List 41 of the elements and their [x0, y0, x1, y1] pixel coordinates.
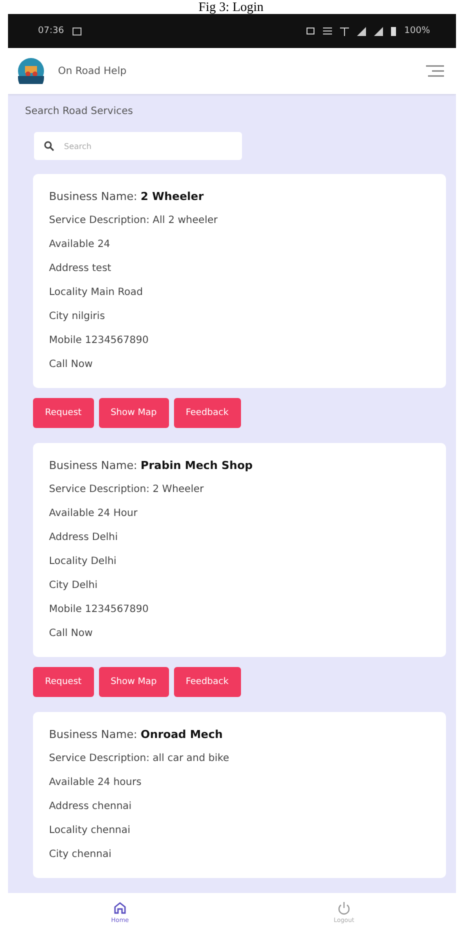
action-button[interactable]: Feedback: [174, 667, 241, 697]
battery-icon: [391, 26, 396, 36]
search-field[interactable]: Search: [34, 132, 242, 160]
service-detail: Call Now: [49, 627, 94, 641]
service-detail: Address chennai: [49, 800, 133, 814]
service-detail: Mobile 1234567890: [49, 334, 150, 348]
action-button[interactable]: Show Map: [98, 398, 169, 428]
service-detail: Call Now: [49, 358, 94, 372]
action-button[interactable]: Request: [33, 667, 94, 697]
service-detail: Locality Delhi: [49, 555, 118, 569]
service-detail: Available 24 Hour: [49, 507, 138, 521]
service-detail: Service Description: all car and bike: [49, 752, 230, 766]
business-name: Business Name: Prabin Mech Shop: [49, 458, 254, 473]
search-icon: [44, 141, 54, 151]
service-detail: City nilgiris: [49, 310, 106, 324]
service-detail: Locality chennai: [49, 824, 132, 838]
app-title: On Road Help: [58, 66, 128, 76]
action-button[interactable]: Show Map: [98, 667, 169, 697]
service-detail: City Delhi: [49, 579, 99, 593]
page-heading: Search Road Services: [25, 106, 134, 117]
business-name: Business Name: 2 Wheeler: [49, 189, 205, 204]
logo-icon: [18, 58, 44, 84]
service-detail: Locality Main Road: [49, 286, 144, 300]
service-detail: Service Description: 2 Wheeler: [49, 483, 205, 497]
service-detail: Available 24 hours: [49, 776, 142, 790]
action-button[interactable]: Request: [33, 398, 94, 428]
power-icon: [337, 900, 351, 914]
figure-caption: Fig 3: Login: [197, 0, 264, 14]
service-detail: Address test: [49, 262, 112, 276]
action-button[interactable]: Feedback: [174, 398, 241, 428]
status-time: 07:36: [38, 26, 64, 36]
home-icon: [113, 900, 127, 914]
service-detail: Address Delhi: [49, 531, 119, 545]
notification-icon: [72, 26, 82, 36]
battery-percent: 100%: [404, 26, 430, 36]
service-detail: Service Description: All 2 wheeler: [49, 214, 219, 228]
service-detail: Available 24: [49, 238, 112, 252]
service-detail: City chennai: [49, 848, 112, 862]
business-name: Business Name: Onroad Mech: [49, 727, 224, 742]
menu-icon[interactable]: [426, 65, 444, 77]
service-detail: Mobile 1234567890: [49, 603, 150, 617]
